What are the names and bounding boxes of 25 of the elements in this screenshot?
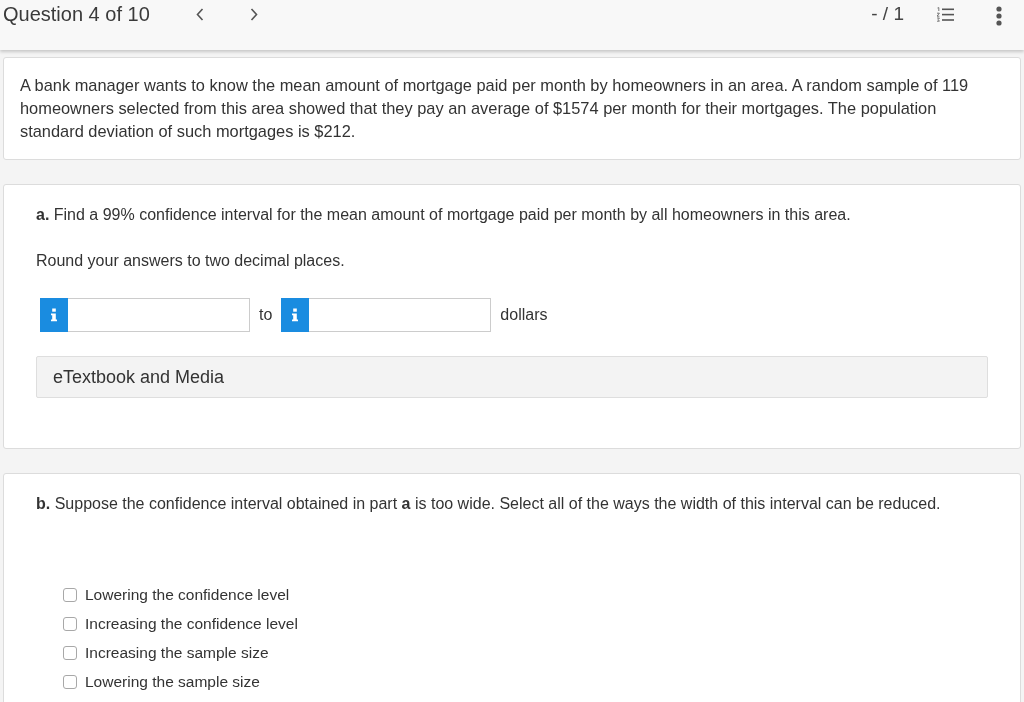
instruction-text: Round your answers to two decimal places. bbox=[36, 251, 346, 271]
numbered-list-icon[interactable] bbox=[937, 7, 954, 22]
info-icon[interactable] bbox=[281, 298, 310, 332]
checkbox[interactable] bbox=[63, 616, 77, 631]
info-icon[interactable] bbox=[40, 298, 68, 332]
checkbox[interactable] bbox=[63, 587, 77, 602]
question-text: A bank manager wants to know the mean amount of mortgage paid per month by homeowners in an area. A random sample of 119 homeowners selected from this area showed that they pay an average of $1574 per month for their mortgages. The population standard deviation of such mortgages is $212. bbox=[20, 75, 970, 142]
answer-field[interactable] bbox=[68, 298, 250, 332]
chevron-right-icon[interactable] bbox=[249, 8, 258, 21]
more-options-icon[interactable] bbox=[996, 6, 1002, 26]
option-label[interactable]: Lowering the sample size bbox=[85, 671, 260, 692]
etextbook-media-button[interactable]: eTextbook and Media bbox=[36, 356, 988, 398]
part-prompt: a. Find a 99% confidence interval for the mean amount of mortgage paid per month by all homeowners in this area. bbox=[36, 205, 852, 225]
chevron-left-icon[interactable] bbox=[195, 8, 204, 21]
option-label[interactable]: Increasing the sample size bbox=[85, 642, 269, 663]
checkbox[interactable] bbox=[63, 645, 77, 660]
option-label[interactable]: Lowering the confidence level bbox=[85, 584, 290, 605]
score-text: - / 1 bbox=[871, 2, 904, 26]
joiner-text: to bbox=[259, 306, 273, 324]
unit-text: dollars bbox=[500, 306, 548, 324]
part-prompt: b. Suppose the confidence interval obtained in part a is too wide. Select all of the ways the width of this interval can be reduced. bbox=[36, 494, 942, 514]
answer-field[interactable] bbox=[309, 298, 492, 332]
checkbox[interactable] bbox=[63, 674, 77, 689]
question-counter: Question 4 of 10 bbox=[3, 2, 150, 26]
option-label[interactable]: Increasing the confidence level bbox=[85, 613, 298, 634]
